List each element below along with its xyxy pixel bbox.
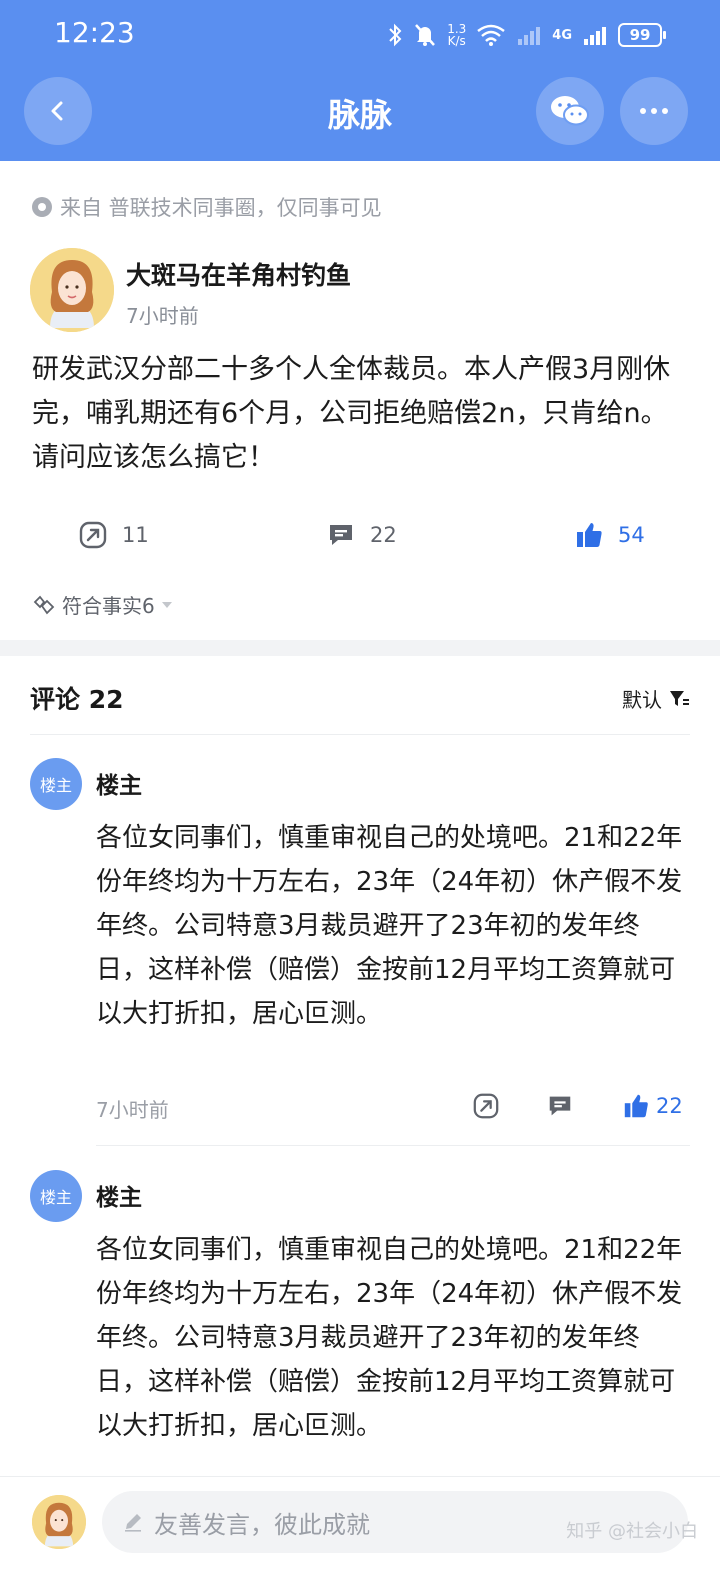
battery-level: 99 xyxy=(629,26,651,44)
more-options-button[interactable] xyxy=(620,77,688,145)
sort-dropdown[interactable]: 默认 xyxy=(622,684,690,713)
post-time: 7小时前 xyxy=(126,304,199,328)
page-title: 脉脉 xyxy=(327,96,392,134)
share-wechat-button[interactable] xyxy=(536,77,604,145)
sort-label: 默认 xyxy=(622,688,662,712)
repost-icon xyxy=(79,521,107,549)
network-type: 4G xyxy=(552,27,572,43)
comment-body: 各位女同事们，慎重审视自己的处境吧。21和22年份年终均为十万左右，23年（24… xyxy=(96,823,683,1029)
comment-icon xyxy=(330,525,352,545)
comment-body: 各位女同事们，慎重审视自己的处境吧。21和22年份年终均为十万左右，23年（24… xyxy=(96,1235,683,1441)
wechat-icon xyxy=(551,96,589,126)
comment-button[interactable]: 22 xyxy=(326,520,397,550)
net-speed-unit: K/s xyxy=(447,34,466,48)
comment-icon xyxy=(549,1096,571,1116)
repost-count: 11 xyxy=(122,523,149,547)
circle-icon xyxy=(32,197,52,217)
status-icons: 1.3 K/s 4G 99 xyxy=(387,18,666,52)
comment-avatar[interactable]: 楼主 xyxy=(30,1170,82,1222)
comment-author[interactable]: 楼主 xyxy=(96,1178,142,1212)
divider xyxy=(96,1145,690,1146)
battery-icon: 99 xyxy=(618,23,666,47)
mute-bell-icon xyxy=(415,24,436,46)
comment-count: 22 xyxy=(370,523,397,547)
comment-time: 7小时前 xyxy=(96,1098,169,1122)
repost-button[interactable]: 11 xyxy=(78,520,149,550)
comment-repost-button[interactable] xyxy=(472,1092,500,1120)
comment-avatar[interactable]: 楼主 xyxy=(30,758,82,810)
author-name[interactable]: 大斑马在羊角村钓鱼 xyxy=(126,256,351,292)
comments-title: 评论 22 xyxy=(30,685,124,714)
repost-icon xyxy=(473,1093,499,1119)
bottom-input-bar: 友善发言，彼此成就 知乎 @社会小白 xyxy=(0,1476,720,1594)
comment-input-placeholder: 友善发言，彼此成就 xyxy=(154,1510,370,1539)
like-button[interactable]: 54 xyxy=(574,520,645,550)
fact-tag[interactable]: 符合事实6 xyxy=(32,590,173,619)
avatar-label: 楼主 xyxy=(39,1188,72,1207)
my-avatar[interactable] xyxy=(32,1495,86,1549)
avatar-illustration xyxy=(32,1495,86,1549)
fact-tag-label: 符合事实6 xyxy=(62,594,155,618)
thumbs-up-icon xyxy=(624,1094,648,1118)
post-body: 研发武汉分部二十多个人全体裁员。本人产假3月刚休完，哺乳期还有6个月，公司拒绝赔… xyxy=(32,354,671,473)
comment-like-button[interactable]: 22 xyxy=(622,1092,683,1120)
wifi-icon xyxy=(477,24,506,46)
like-count: 54 xyxy=(618,523,645,547)
comment-author[interactable]: 楼主 xyxy=(96,766,142,800)
fact-badge-icon xyxy=(33,595,55,614)
status-time: 12:23 xyxy=(54,16,135,49)
post-source[interactable]: 来自 普联技术同事圈，仅同事可见 xyxy=(32,192,382,222)
pencil-icon xyxy=(125,1514,141,1532)
watermark: 知乎 @社会小白 xyxy=(566,1521,698,1542)
app-header: 12:23 1.3 K/s 4G 99 脉脉 xyxy=(0,0,720,161)
signal-weak-icon xyxy=(518,27,541,45)
avatar-illustration xyxy=(30,248,114,332)
source-text: 来自 普联技术同事圈，仅同事可见 xyxy=(60,196,382,220)
comment-reply-button[interactable] xyxy=(546,1092,574,1120)
thumbs-up-icon xyxy=(577,523,602,547)
comment-like-count: 22 xyxy=(656,1094,683,1118)
section-divider xyxy=(0,640,720,656)
more-dots-icon xyxy=(640,108,668,114)
net-speed: 1.3 K/s xyxy=(447,23,466,47)
signal-full-icon xyxy=(584,27,606,45)
author-avatar[interactable] xyxy=(30,248,114,332)
caret-down-icon xyxy=(161,601,172,608)
filter-icon xyxy=(670,690,689,706)
avatar-label: 楼主 xyxy=(39,776,72,795)
bluetooth-icon xyxy=(389,23,402,47)
divider xyxy=(30,734,690,735)
